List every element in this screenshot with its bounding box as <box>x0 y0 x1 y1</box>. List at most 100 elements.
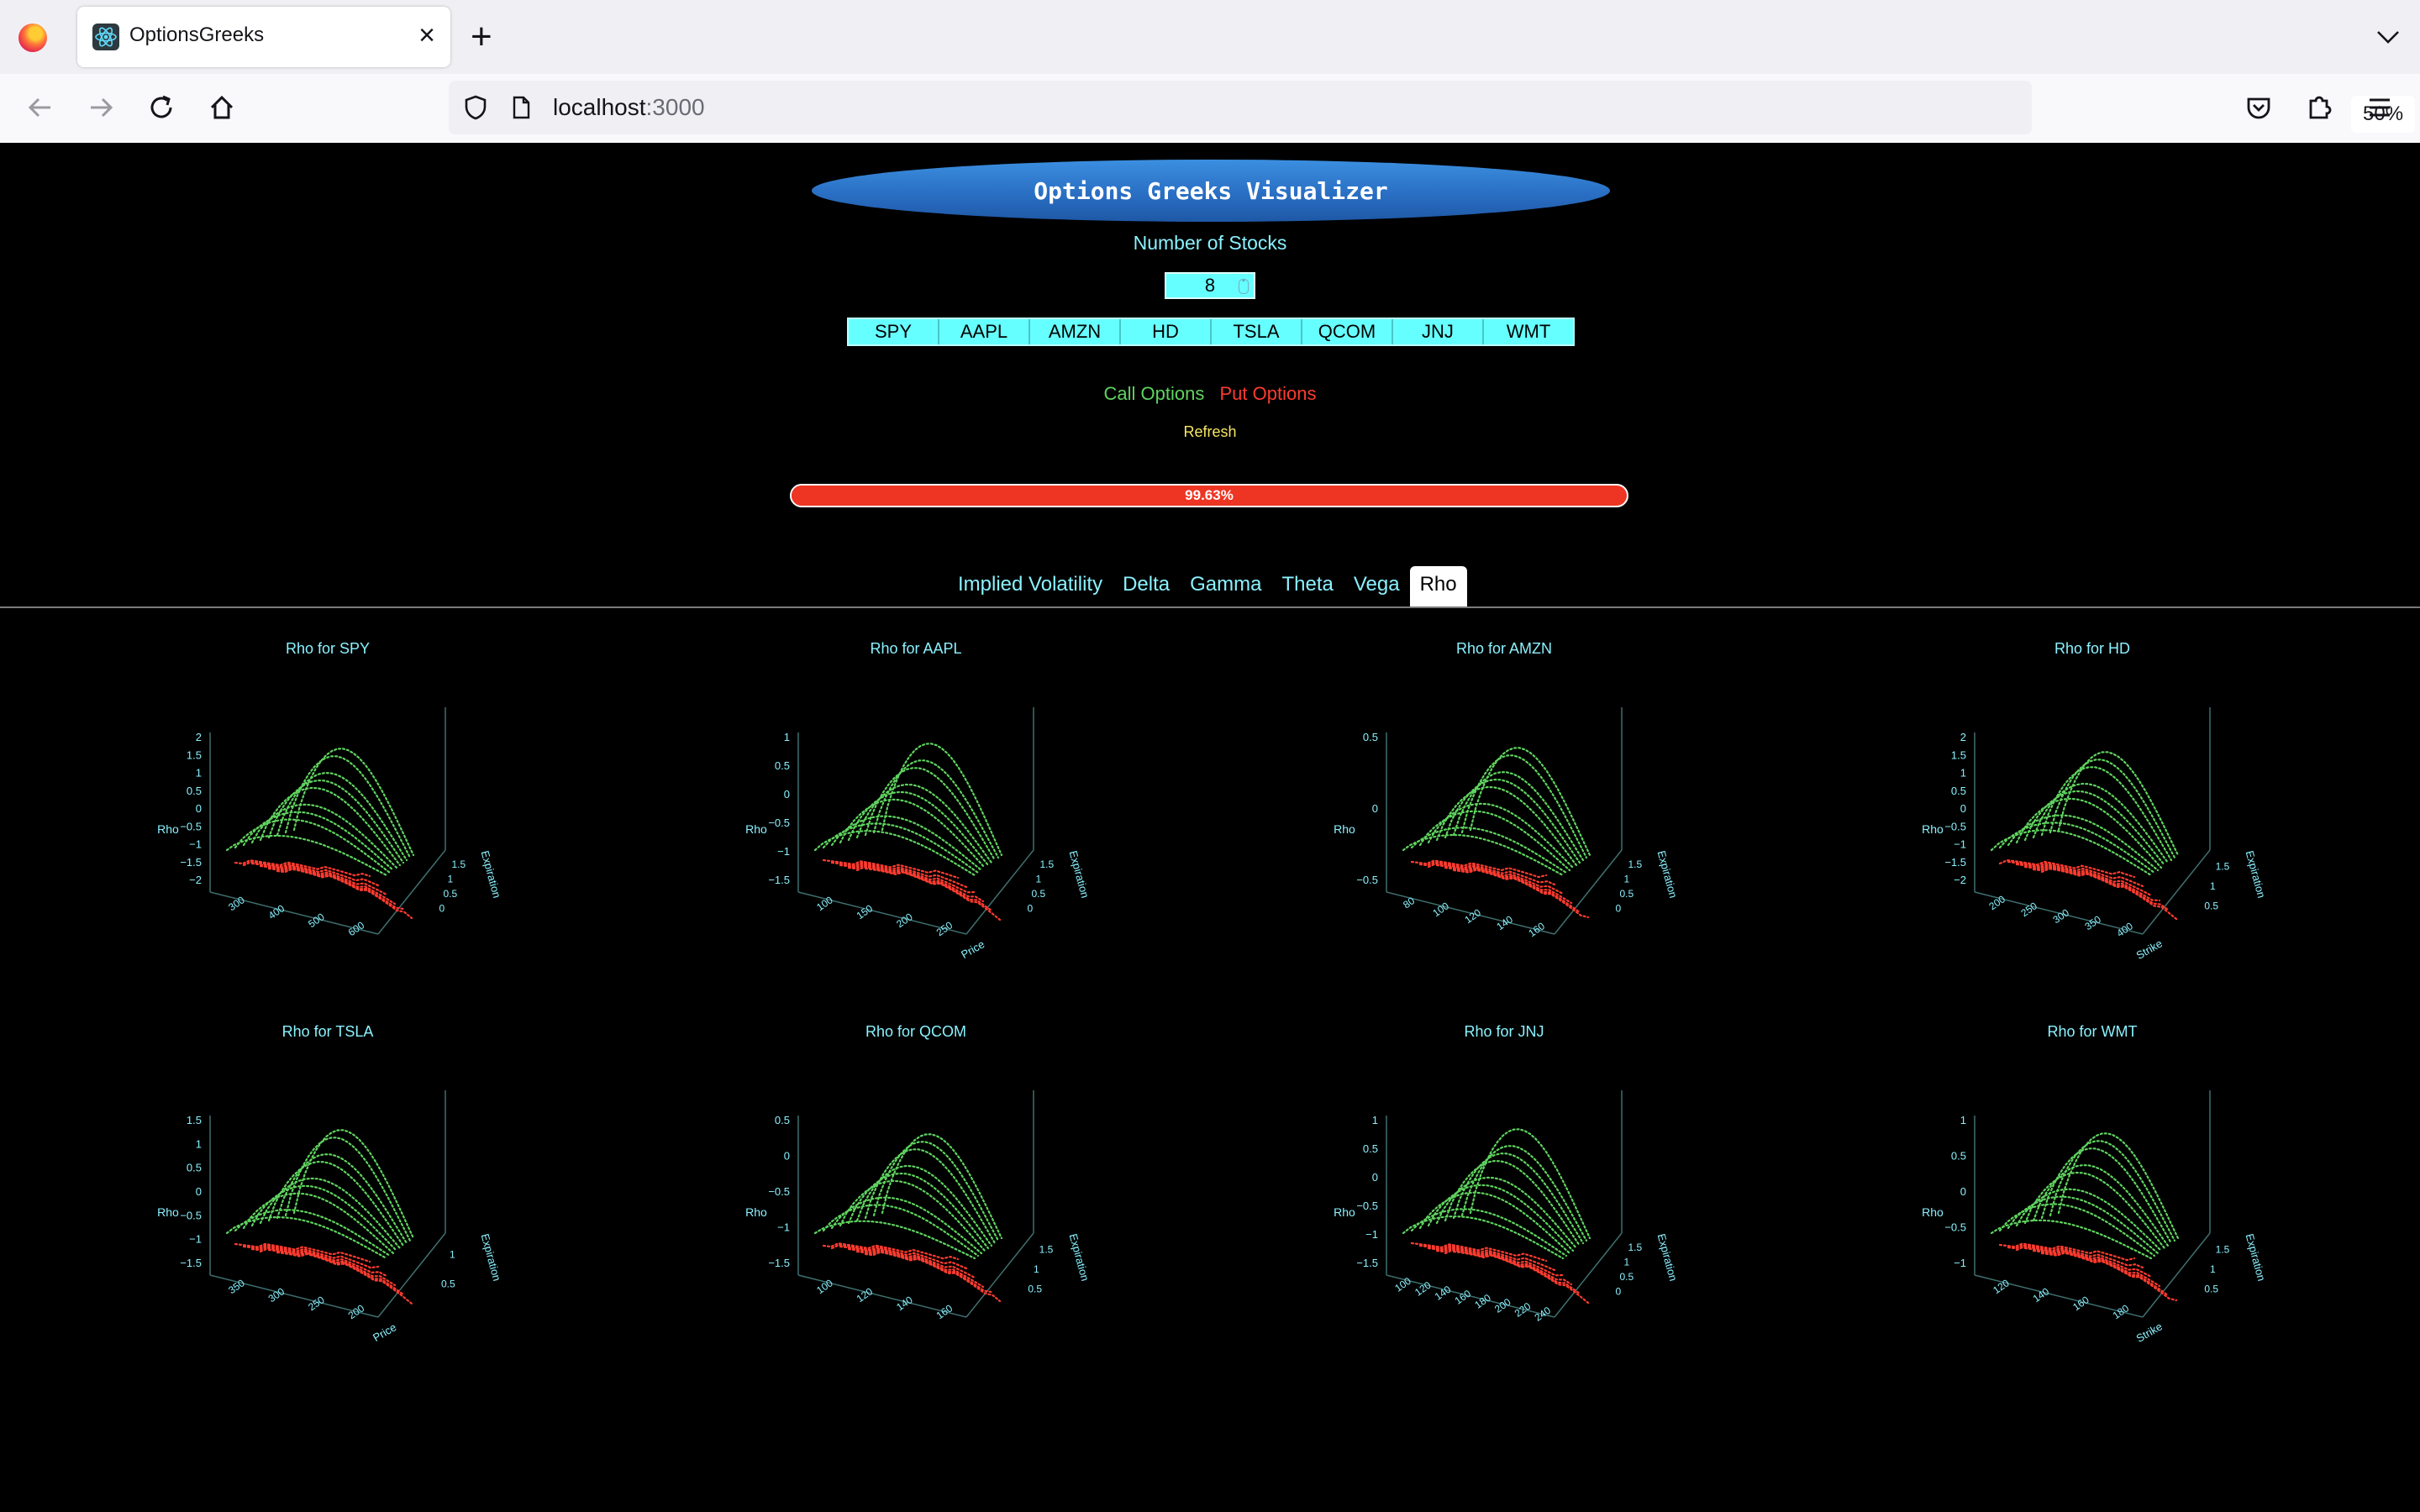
x-tick-label: 80 <box>1401 895 1417 911</box>
refresh-button[interactable]: Refresh <box>0 423 2420 441</box>
put-series-line <box>267 867 405 911</box>
z-tick-label: −1.5 <box>180 1257 202 1269</box>
z-tick-label: −0.5 <box>180 1209 202 1221</box>
pocket-icon[interactable] <box>2238 87 2279 128</box>
rho-chart[interactable]: Rho for TSLA 1.5 1 0.5 0 −0.5 −1 −1.5 Rho 350 300 2… <box>34 1023 622 1393</box>
axis-line <box>965 1232 1034 1318</box>
menu-hamburger-icon[interactable] <box>2360 87 2400 128</box>
y-tick-label: 1.5 <box>1040 858 1055 870</box>
browser-tab[interactable]: OptionsGreeks × <box>77 7 450 67</box>
url-text[interactable]: localhost:3000 <box>553 94 705 121</box>
rho-chart[interactable]: Rho for AMZN 0.5 0 −0.5 Rho 80 100 120 140 160 1.5… <box>1210 640 1798 1010</box>
y-tick-label: 0 <box>1616 1285 1622 1297</box>
call-series-line <box>872 1141 1000 1242</box>
z-tick-label: 0 <box>784 788 790 801</box>
tab-rho[interactable]: Rho <box>1409 566 1467 606</box>
reload-icon[interactable] <box>141 87 182 128</box>
z-tick-label: −0.5 <box>1944 820 1966 832</box>
rho-chart[interactable]: Rho for JNJ 1 0.5 0 −0.5 −1 −1.5 Rho 100 120 140 16… <box>1210 1023 1798 1393</box>
page-info-icon[interactable] <box>508 94 534 121</box>
rho-chart[interactable]: Rho for WMT 1 0.5 0 −0.5 −1 Rho 120 140 160 180 Str… <box>1798 1023 2386 1393</box>
x-axis-label: Price <box>371 1320 398 1344</box>
rho-chart[interactable]: Rho for AAPL 1 0.5 0 −0.5 −1 −1.5 Rho 100 150 200 2… <box>622 640 1210 1010</box>
close-tab-icon[interactable]: × <box>418 18 435 52</box>
z-tick-label: −1 <box>777 845 790 858</box>
ticker-input[interactable]: SPY <box>849 319 939 344</box>
z-tick-label: 0 <box>196 802 202 815</box>
ticker-input[interactable]: TSLA <box>1212 319 1302 344</box>
tab-theta[interactable]: Theta <box>1271 566 1343 606</box>
forward-arrow-icon[interactable] <box>81 87 121 128</box>
url-host: localhost <box>553 94 646 120</box>
call-series-line <box>830 1196 983 1255</box>
z-tick-label: 0 <box>1372 802 1378 815</box>
extensions-icon[interactable] <box>2299 87 2339 128</box>
put-options-toggle[interactable]: Put Options <box>1220 383 1317 404</box>
z-tick-label: 1 <box>1960 767 1966 780</box>
z-tick-label: −2 <box>1954 874 1966 886</box>
spinner-arrows-icon[interactable]: ⌃ <box>1239 279 1249 294</box>
z-tick-label: 0 <box>1372 1171 1378 1184</box>
z-tick-label: 0 <box>1960 802 1966 815</box>
x-tick-label: 250 <box>2018 900 2039 919</box>
rho-3d-scatter[interactable]: 21.510.50−0.5−1−1.5−2Rho200 250 300 350 400S… <box>1798 640 2386 1010</box>
y-tick-label: 1 <box>2210 1263 2216 1275</box>
x-tick-label: 300 <box>2050 906 2071 926</box>
number-of-stocks-input[interactable]: 8 ⌃ <box>1165 272 1255 299</box>
z-tick-label: −1 <box>1954 1257 1966 1269</box>
z-tick-label: 0 <box>1960 1185 1966 1198</box>
z-tick-label: 0 <box>196 1185 202 1198</box>
rho-chart[interactable]: Rho for HD 2 1.5 1 0.5 0 −0.5 −1 −1.5 −2 Rho 200 250… <box>1798 640 2386 1010</box>
y-tick-label: 1.5 <box>452 858 466 870</box>
url-bar[interactable]: localhost:3000 50% <box>449 81 2416 134</box>
axis-line <box>1554 849 1623 935</box>
y-tick-label: 0 <box>439 902 445 914</box>
axis-line <box>377 849 446 935</box>
url-port: :3000 <box>645 94 705 120</box>
z-tick-label: −0.5 <box>768 816 790 829</box>
rho-3d-scatter[interactable]: 10.50−0.5−1Rho120 140 160 180Strike1.510.5E… <box>1798 1023 2386 1393</box>
z-tick-label: 2 <box>1960 731 1966 743</box>
y-tick-label: 0 <box>1616 902 1622 914</box>
z-tick-label: 0.5 <box>775 1114 790 1126</box>
z-tick-label: −1.5 <box>1944 856 1966 869</box>
ticker-input[interactable]: WMT <box>1484 319 1573 344</box>
rho-chart[interactable]: Rho for QCOM 0.5 0 −0.5 −1 −1.5 Rho 100 120 140 16… <box>622 1023 1210 1393</box>
shield-icon[interactable] <box>460 92 491 123</box>
z-tick-label: 1.5 <box>1951 748 1966 761</box>
x-tick-label: 150 <box>855 902 876 921</box>
ticker-input[interactable]: JNJ <box>1393 319 1484 344</box>
tab-delta[interactable]: Delta <box>1113 566 1180 606</box>
ticker-input[interactable]: QCOM <box>1302 319 1393 344</box>
rho-3d-scatter[interactable]: 1.510.50−0.5−1−1.5Rho350 300 250 200Price10… <box>34 1023 622 1393</box>
rho-3d-scatter[interactable]: 0.50−0.5−1−1.5Rho100 120 140 1601.510.5Expi… <box>622 1023 1210 1393</box>
home-icon[interactable] <box>202 87 242 128</box>
back-arrow-icon[interactable] <box>20 87 60 128</box>
app-root: Options Greeks Visualizer Number of Stoc… <box>0 143 2420 1512</box>
z-tick-label: −0.5 <box>1944 1221 1966 1234</box>
x-tick-label: 400 <box>2114 920 2135 939</box>
y-axis-label: Expiration <box>1655 1232 1680 1283</box>
chevron-down-icon[interactable] <box>2370 18 2407 55</box>
z-tick-label: 0.5 <box>1951 785 1966 797</box>
call-series-line <box>1460 754 1588 859</box>
new-tab-button[interactable]: + <box>471 13 492 60</box>
z-tick-label: 1 <box>1372 1114 1378 1126</box>
tab-vega[interactable]: Vega <box>1344 566 1410 606</box>
call-options-toggle[interactable]: Call Options <box>1104 383 1205 404</box>
rho-3d-scatter[interactable]: 21.510.50−0.5−1−1.5−2Rho300 400 500 6001.51… <box>34 640 622 1010</box>
y-axis-label: Expiration <box>1655 849 1680 900</box>
tab-implied-volatility[interactable]: Implied Volatility <box>948 566 1113 606</box>
tab-gamma[interactable]: Gamma <box>1180 566 1271 606</box>
ticker-input[interactable]: HD <box>1121 319 1212 344</box>
z-tick-label: −1.5 <box>768 1257 790 1269</box>
ticker-input[interactable]: AAPL <box>939 319 1030 344</box>
rho-chart[interactable]: Rho for SPY 2 1.5 1 0.5 0 −0.5 −1 −1.5 −2 Rho 300 40… <box>34 640 622 1010</box>
rho-3d-scatter[interactable]: 0.5 0 −0.5 Rho 80 100 120 140 160 1.5 1 0.5 0 Expirat… <box>1210 640 1798 1010</box>
z-tick-label: 1 <box>196 1137 202 1150</box>
browser-nav-bar: localhost:3000 50% <box>0 74 2420 144</box>
ticker-input[interactable]: AMZN <box>1030 319 1121 344</box>
rho-3d-scatter[interactable]: 10.50−0.5−1−1.5Rho100 150 200 250Price1.510… <box>622 640 1210 1010</box>
rho-3d-scatter[interactable]: 10.50−0.5−1−1.5Rho100 120 140 160 180 200 220 2… <box>1210 1023 1798 1393</box>
z-axis-label: Rho <box>1922 1205 1944 1219</box>
